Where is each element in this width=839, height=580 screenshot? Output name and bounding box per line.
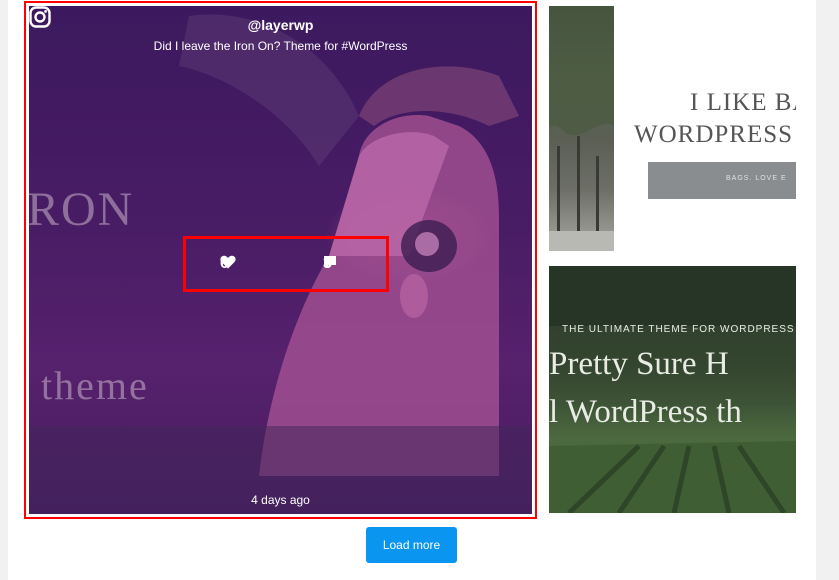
featured-post[interactable]: RON theme @layerwp Did I leave the Iron … bbox=[24, 1, 537, 519]
bags-headline-line-2: WORDPRESS bbox=[634, 121, 794, 148]
account-handle[interactable]: @layerwp bbox=[29, 17, 532, 33]
bags-banner-text: BAGS. LOVE E bbox=[726, 175, 787, 182]
likes-stat: 6 bbox=[220, 255, 236, 273]
heart-icon bbox=[220, 255, 236, 269]
comments-stat: 3 bbox=[323, 255, 336, 273]
speech-bubble-icon bbox=[324, 256, 336, 268]
background-text-iron: RON bbox=[29, 183, 135, 236]
background-text-theme: theme bbox=[41, 363, 149, 408]
bags-headline-line-1: I LIKE BA bbox=[690, 89, 796, 116]
post-photo: RON theme @layerwp Did I leave the Iron … bbox=[29, 6, 532, 514]
instagram-icon[interactable] bbox=[29, 6, 51, 28]
tea-kicker-text: THE ULTIMATE THEME FOR WORDPRESS bbox=[562, 324, 795, 335]
forest-photo-tile[interactable] bbox=[549, 6, 614, 251]
tea-headline-line-2: l WordPress th bbox=[549, 394, 742, 430]
tea-headline-line-1: Pretty Sure H bbox=[549, 346, 729, 382]
post-stats: 6 3 bbox=[183, 236, 389, 292]
bags-banner: BAGS. LOVE E bbox=[648, 162, 796, 199]
post-timestamp: 4 days ago bbox=[251, 493, 310, 507]
post-caption: Did I leave the Iron On? Theme for #Word… bbox=[153, 39, 408, 53]
bags-theme-tile[interactable]: I LIKE BA WORDPRESS BAGS. LOVE E bbox=[614, 6, 796, 251]
tea-field-illustration bbox=[549, 266, 796, 513]
tea-field-tile[interactable]: THE ULTIMATE THEME FOR WORDPRESS Pretty … bbox=[549, 266, 796, 513]
forest-illustration bbox=[549, 6, 614, 251]
load-more-button[interactable]: Load more bbox=[366, 527, 457, 563]
